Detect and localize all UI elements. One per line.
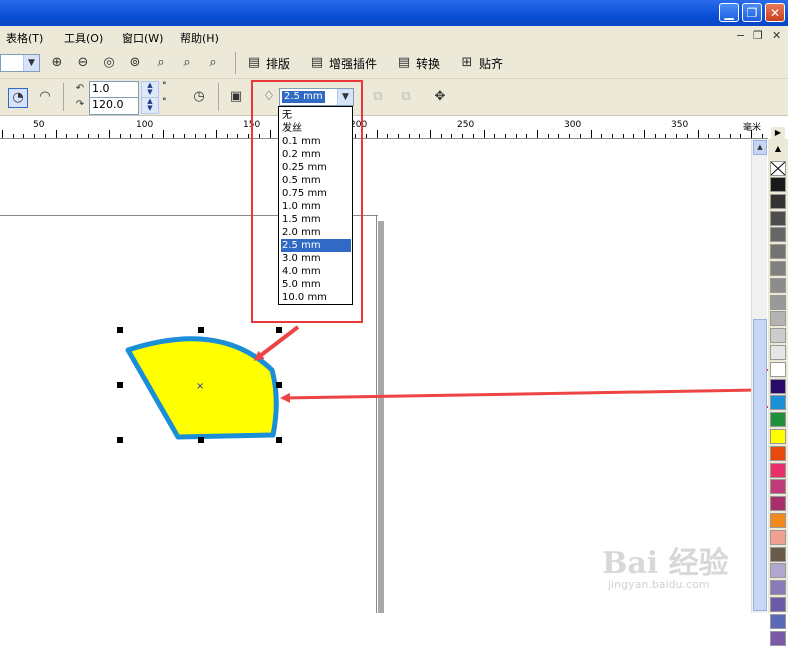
selection-handle[interactable] — [276, 327, 282, 333]
center-marker: × — [196, 381, 204, 392]
color-swatch[interactable] — [770, 378, 786, 394]
baidu-watermark: Bai 经验 — [602, 546, 729, 581]
color-swatch[interactable] — [770, 563, 786, 579]
watermark-url: jingyan.baidu.com — [608, 578, 710, 591]
color-swatch[interactable] — [770, 462, 786, 478]
arrow-from-palette — [280, 388, 759, 403]
palette-scroll-up-icon[interactable]: ▲ — [771, 143, 785, 155]
color-swatch[interactable] — [770, 227, 786, 243]
color-swatch[interactable] — [770, 277, 786, 293]
selection-handle[interactable] — [198, 327, 204, 333]
color-swatch[interactable] — [770, 345, 786, 360]
canvas-overlay: × — [125, 325, 759, 440]
selection-handle[interactable] — [276, 382, 282, 388]
color-swatch[interactable] — [770, 361, 786, 377]
color-swatch[interactable] — [770, 613, 786, 629]
color-swatch[interactable] — [770, 244, 786, 260]
palette-flyout-icon[interactable]: ▶ — [771, 127, 785, 139]
color-swatch[interactable] — [770, 395, 786, 411]
color-swatch[interactable] — [770, 294, 786, 310]
color-swatch[interactable] — [770, 210, 786, 226]
color-swatch[interactable] — [770, 328, 786, 344]
color-swatch[interactable] — [770, 496, 786, 512]
scroll-up-arrow[interactable]: ▲ — [753, 140, 767, 155]
annotation-box-dropdown — [251, 80, 363, 323]
color-swatch[interactable] — [770, 429, 786, 444]
no-color-swatch[interactable] — [770, 161, 786, 176]
color-swatch[interactable] — [770, 177, 786, 192]
color-swatch[interactable] — [770, 412, 786, 428]
selection-handle[interactable] — [117, 382, 123, 388]
selection-handle[interactable] — [276, 437, 282, 443]
color-swatch[interactable] — [770, 597, 786, 612]
color-swatch[interactable] — [770, 513, 786, 528]
color-palette: ▶ ▲ — [768, 127, 788, 646]
color-swatch[interactable] — [770, 261, 786, 276]
color-swatch[interactable] — [770, 311, 786, 327]
color-swatch[interactable] — [770, 193, 786, 209]
selection-handle[interactable] — [198, 437, 204, 443]
color-swatch[interactable] — [770, 479, 786, 495]
color-swatch[interactable] — [770, 546, 786, 562]
selection-handle[interactable] — [117, 327, 123, 333]
scroll-thumb[interactable] — [753, 319, 767, 611]
selection-handle[interactable] — [117, 437, 123, 443]
color-swatch[interactable] — [770, 580, 786, 596]
color-swatch[interactable] — [770, 630, 786, 646]
color-swatch[interactable] — [770, 445, 786, 461]
vertical-scrollbar[interactable]: ▲ — [751, 139, 767, 613]
color-swatch[interactable] — [770, 529, 786, 545]
